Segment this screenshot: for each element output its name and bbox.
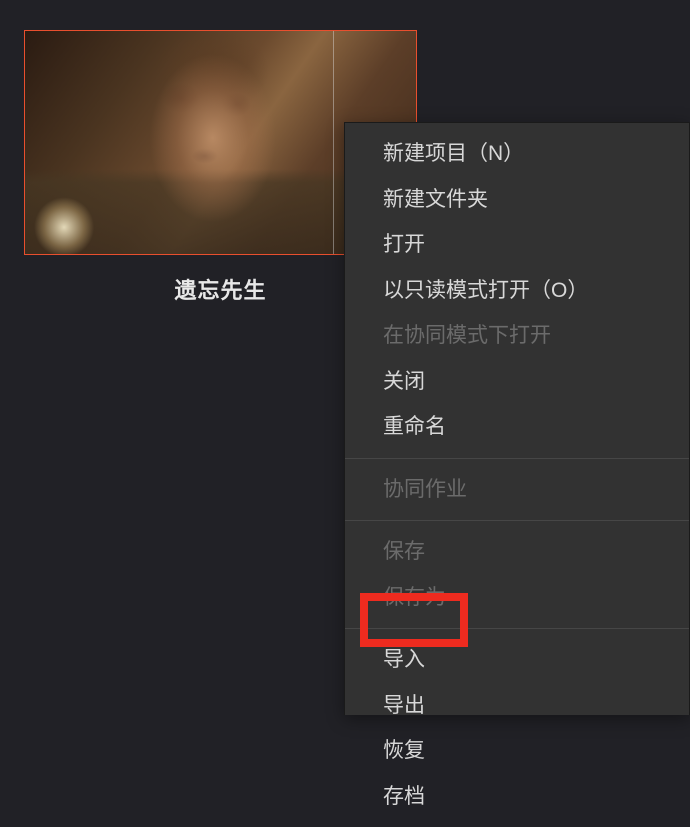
menu-archive[interactable]: 存档 <box>345 774 689 820</box>
menu-export[interactable]: 导出 <box>345 683 689 729</box>
menu-import[interactable]: 导入 <box>345 637 689 683</box>
menu-section: 新建项目（N）新建文件夹打开以只读模式打开（O）在协同模式下打开关闭重命名 <box>345 123 689 458</box>
menu-new-project[interactable]: 新建项目（N） <box>345 131 689 177</box>
menu-section: 保存保存为 <box>345 521 689 628</box>
context-menu: 新建项目（N）新建文件夹打开以只读模式打开（O）在协同模式下打开关闭重命名协同作… <box>344 122 690 715</box>
menu-save: 保存 <box>345 529 689 575</box>
menu-open-readonly[interactable]: 以只读模式打开（O） <box>345 268 689 314</box>
menu-open-collab: 在协同模式下打开 <box>345 313 689 359</box>
menu-section: 协同作业 <box>345 459 689 521</box>
menu-close[interactable]: 关闭 <box>345 359 689 405</box>
menu-open[interactable]: 打开 <box>345 222 689 268</box>
thumbnail-divider <box>333 31 334 254</box>
menu-section: 导入导出恢复存档 <box>345 629 689 827</box>
menu-save-as: 保存为 <box>345 575 689 621</box>
menu-restore[interactable]: 恢复 <box>345 728 689 774</box>
menu-rename[interactable]: 重命名 <box>345 404 689 450</box>
menu-new-folder[interactable]: 新建文件夹 <box>345 177 689 223</box>
menu-collab-work: 协同作业 <box>345 467 689 513</box>
